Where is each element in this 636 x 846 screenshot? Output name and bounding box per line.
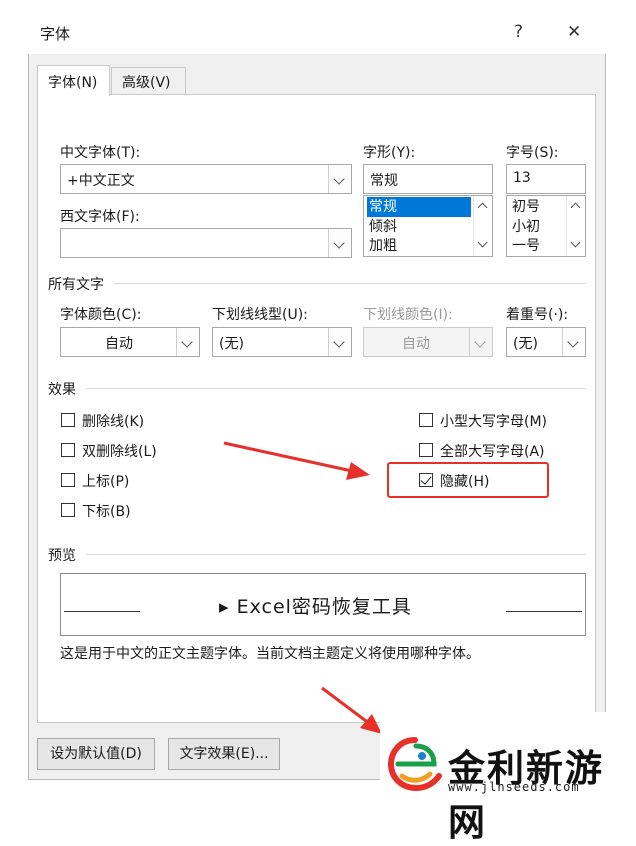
style-input[interactable]: 常规	[363, 164, 493, 194]
size-option[interactable]: 小初	[510, 217, 540, 237]
style-value: 常规	[370, 173, 398, 189]
chevron-down-icon[interactable]	[328, 328, 351, 356]
effects-section-title: 效果	[48, 382, 76, 398]
strikethrough-checkbox[interactable]	[61, 413, 75, 427]
emphasis-mark-value: (无)	[513, 336, 538, 352]
chevron-down-icon[interactable]	[176, 328, 199, 356]
style-option-regular[interactable]: 常规	[367, 197, 471, 217]
underline-style-combo[interactable]: (无)	[212, 327, 352, 357]
dialog-title: 字体	[40, 25, 71, 43]
size-value: 13	[513, 170, 531, 186]
set-default-button[interactable]: 设为默认值(D)	[37, 738, 155, 770]
section-divider	[114, 283, 586, 284]
size-input[interactable]: 13	[506, 164, 586, 194]
strikethrough-label[interactable]: 删除线(K)	[82, 411, 144, 431]
superscript-label[interactable]: 上标(P)	[82, 471, 129, 491]
underline-style-label: 下划线线型(U):	[212, 307, 308, 323]
help-button[interactable]: ?	[514, 22, 523, 42]
underline-color-combo: 自动	[363, 327, 493, 357]
all-caps-checkbox[interactable]	[419, 443, 433, 457]
font-color-label: 字体颜色(C):	[60, 307, 142, 323]
style-option-bold[interactable]: 加粗	[367, 236, 397, 256]
scroll-down-icon[interactable]	[477, 237, 488, 248]
size-listbox[interactable]: 初号 小初 一号	[506, 195, 586, 257]
subscript-checkbox[interactable]	[61, 503, 75, 517]
underline-color-label: 下划线颜色(I):	[363, 307, 453, 323]
style-scrollbar[interactable]	[473, 196, 492, 256]
underline-color-value: 自动	[402, 336, 430, 352]
brand-logo-icon	[387, 737, 442, 792]
scroll-up-icon[interactable]	[570, 202, 581, 213]
watermark-url: www.jlnseeds.com	[448, 780, 580, 794]
underline-style-value: (无)	[219, 336, 244, 352]
preview-sample-text: ▸ Excel密码恢复工具	[219, 596, 412, 618]
chevron-down-icon[interactable]	[562, 328, 585, 356]
style-option-italic[interactable]: 倾斜	[367, 217, 397, 237]
all-text-section-title: 所有文字	[48, 277, 104, 293]
chevron-down-icon[interactable]	[328, 165, 351, 193]
close-icon[interactable]: ✕	[567, 22, 581, 42]
size-option[interactable]: 初号	[510, 197, 540, 217]
size-label: 字号(S):	[506, 145, 559, 161]
double-strikethrough-label[interactable]: 双删除线(L)	[82, 441, 157, 461]
font-color-combo[interactable]: 自动	[60, 327, 200, 357]
tab-font[interactable]: 字体(N)	[37, 65, 110, 96]
cn-font-value: +中文正文	[67, 173, 135, 189]
annotation-arrow-icon	[321, 686, 382, 734]
all-caps-label[interactable]: 全部大写字母(A)	[440, 441, 545, 461]
chevron-down-icon[interactable]	[328, 229, 351, 257]
size-option[interactable]: 一号	[510, 236, 540, 256]
small-caps-label[interactable]: 小型大写字母(M)	[440, 411, 547, 431]
tab-advanced[interactable]: 高级(V)	[111, 67, 186, 95]
emphasis-mark-label: 着重号(·):	[506, 307, 569, 323]
section-divider	[86, 388, 586, 389]
scroll-down-icon[interactable]	[570, 237, 581, 248]
font-color-value: 自动	[105, 336, 133, 352]
preview-baseline	[506, 611, 582, 612]
size-scrollbar[interactable]	[566, 196, 585, 256]
preview-note: 这是用于中文的正文主题字体。当前文档主题定义将使用哪种字体。	[60, 646, 480, 662]
cn-font-label: 中文字体(T):	[60, 145, 141, 161]
subscript-label[interactable]: 下标(B)	[82, 501, 131, 521]
west-font-label: 西文字体(F):	[60, 209, 140, 225]
chevron-down-icon	[469, 328, 492, 356]
emphasis-mark-combo[interactable]: (无)	[506, 327, 586, 357]
west-font-combo[interactable]	[60, 228, 352, 258]
style-listbox[interactable]: 常规 倾斜 加粗	[363, 195, 493, 257]
text-effects-button[interactable]: 文字效果(E)...	[168, 738, 280, 770]
preview-box: ▸ Excel密码恢复工具	[60, 573, 586, 636]
double-strikethrough-checkbox[interactable]	[61, 443, 75, 457]
superscript-checkbox[interactable]	[61, 473, 75, 487]
preview-section-title: 预览	[48, 548, 76, 564]
section-divider	[86, 554, 586, 555]
small-caps-checkbox[interactable]	[419, 413, 433, 427]
annotation-highlight-box	[387, 462, 549, 498]
cn-font-combo[interactable]: +中文正文	[60, 164, 352, 194]
preview-baseline	[64, 611, 140, 612]
style-label: 字形(Y):	[363, 145, 416, 161]
annotation-arrow-icon	[223, 441, 370, 480]
scroll-up-icon[interactable]	[477, 202, 488, 213]
